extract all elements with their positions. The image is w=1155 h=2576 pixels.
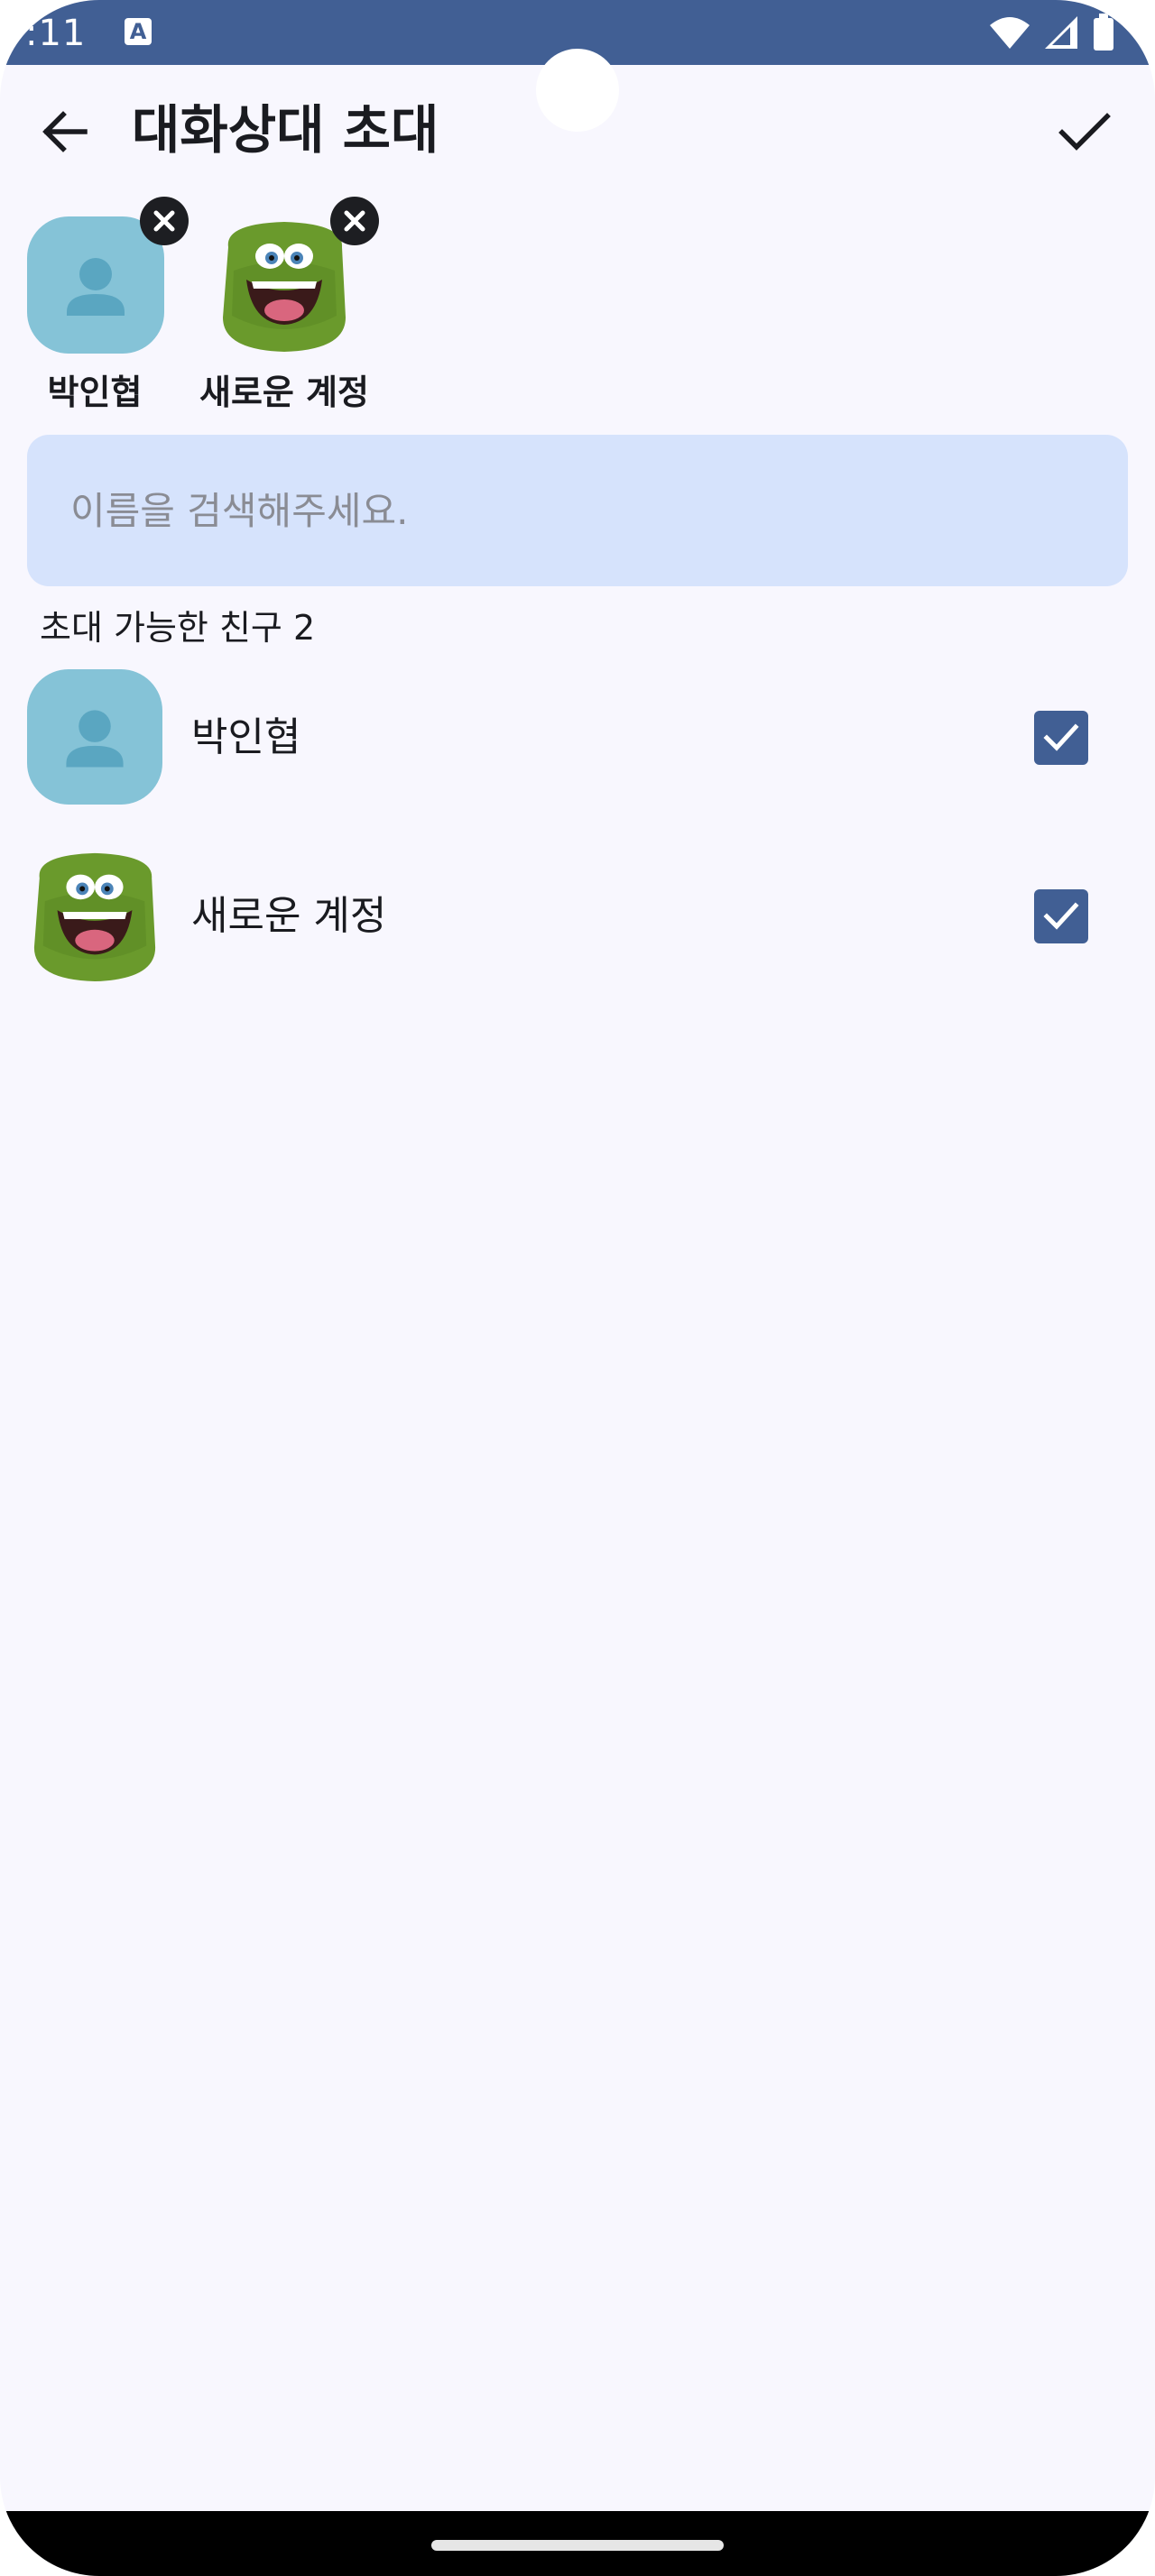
app-bar: 대화상대 초대 <box>0 65 1155 198</box>
remove-chip-button[interactable] <box>140 197 189 245</box>
close-icon <box>344 210 365 232</box>
monster-image <box>27 848 162 983</box>
green-monster-avatar <box>216 216 353 354</box>
check-icon <box>1043 723 1079 751</box>
friend-list-item[interactable]: 새로운 계정 <box>0 835 1155 998</box>
navigation-bar <box>0 2511 1155 2576</box>
selected-friends: 박인협 새로운 계정 <box>0 197 1155 422</box>
status-time: :11 <box>25 13 87 54</box>
person-placeholder-avatar <box>27 216 164 354</box>
check-icon <box>1043 902 1079 930</box>
phone-screen: :11 A 대화상대 초대 박인협 새로운 계정 이름을 검색해주세요. 초대 … <box>0 0 1155 2576</box>
friend-checkbox[interactable] <box>1034 711 1088 765</box>
check-icon <box>1058 113 1111 151</box>
search-input[interactable] <box>70 435 1081 586</box>
chip-name: 박인협 <box>47 373 143 412</box>
back-button[interactable] <box>34 101 96 162</box>
section-label: 초대 가능한 친구 2 <box>40 608 316 648</box>
search-box <box>27 435 1128 586</box>
green-monster-avatar <box>27 848 162 983</box>
a-icon: A <box>125 18 152 45</box>
signal-icon <box>1045 16 1077 49</box>
chip-name: 새로운 계정 <box>199 373 370 412</box>
arrow-back-icon <box>42 111 88 152</box>
friend-name: 박인협 <box>191 714 301 760</box>
page-title: 대화상대 초대 <box>132 99 439 161</box>
monster-image <box>216 216 353 354</box>
friend-checkbox[interactable] <box>1034 889 1088 943</box>
status-icons <box>989 13 1115 52</box>
person-icon <box>66 710 124 768</box>
friend-name: 새로운 계정 <box>191 893 387 939</box>
selected-chip: 박인협 <box>5 197 189 422</box>
home-indicator[interactable] <box>431 2540 724 2551</box>
person-icon <box>67 258 125 316</box>
screen: :11 A 대화상대 초대 박인협 새로운 계정 이름을 검색해주세요. 초대 … <box>0 0 1155 2576</box>
battery-icon <box>1094 14 1113 51</box>
wifi-icon <box>990 17 1030 49</box>
person-placeholder-avatar <box>27 669 162 805</box>
selected-chip: 새로운 계정 <box>194 197 379 422</box>
confirm-button[interactable] <box>1052 99 1117 164</box>
remove-chip-button[interactable] <box>330 197 379 245</box>
close-icon <box>153 210 175 232</box>
friend-list-item[interactable]: 박인협 <box>0 657 1155 819</box>
